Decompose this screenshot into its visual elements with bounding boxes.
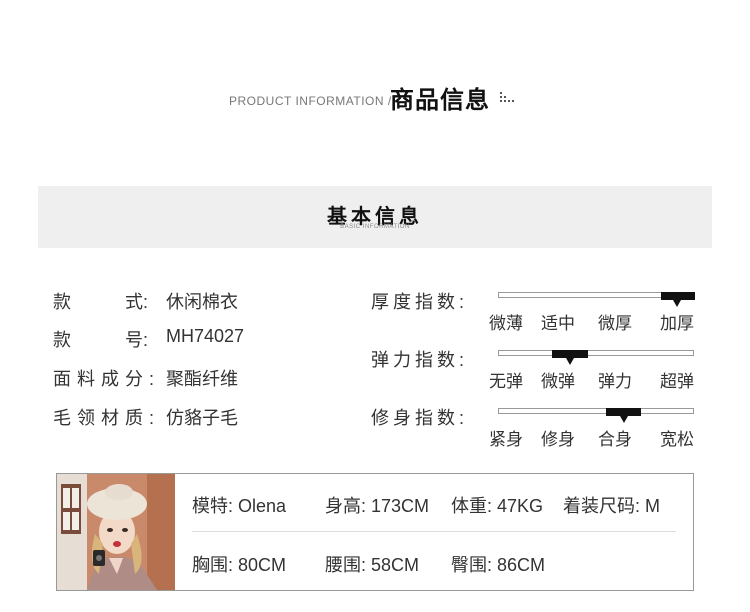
basic-info-banner: 基本信息 BASIC INFORMATION <box>38 186 712 248</box>
fit-scale-label: 紧身 <box>489 430 523 449</box>
elasticity-scale-label: 超弹 <box>660 372 694 391</box>
elasticity-scale-label: 弹力 <box>598 372 632 391</box>
elasticity-scale-label: 微弹 <box>541 372 575 391</box>
dots-decoration-icon <box>500 92 516 102</box>
model-size: 着装尺码: M <box>563 496 660 516</box>
info-label: 毛领材质: <box>53 408 161 428</box>
info-value: 聚酯纤维 <box>166 369 238 389</box>
thickness-pointer-icon <box>673 300 681 307</box>
model-name: 模特: Olena <box>192 496 287 516</box>
header-en-title: PRODUCT INFORMATION / <box>229 94 392 108</box>
model-info-box: 模特: Olena 身高: 173CM 体重: 47KG 着装尺码: M 胸围:… <box>56 473 694 591</box>
model-height: 身高: 173CM <box>325 496 430 516</box>
model-photo <box>57 474 175 590</box>
fit-index-label: 修身指数: <box>371 408 469 428</box>
elasticity-pointer-icon <box>566 358 574 365</box>
info-label: 号: <box>125 330 149 350</box>
thickness-scale-label: 微厚 <box>598 314 632 333</box>
fit-scale-label: 修身 <box>541 430 575 449</box>
elasticity-index-label: 弹力指数: <box>371 350 469 370</box>
header-zh-title: 商品信息 <box>390 87 490 114</box>
fit-selected-segment <box>606 408 641 416</box>
thickness-index-bar <box>498 292 695 307</box>
elasticity-index-bar <box>498 350 694 365</box>
info-label: 款 <box>53 292 71 312</box>
thickness-scale-label: 微薄 <box>489 314 523 333</box>
model-hip: 臀围: 86CM <box>451 555 546 575</box>
thickness-scale-label: 适中 <box>541 314 575 333</box>
basic-info-subtitle: BASIC INFORMATION <box>340 224 410 230</box>
model-divider <box>192 531 676 532</box>
info-label: 面料成分: <box>53 369 161 389</box>
info-label: 款 <box>53 330 71 350</box>
thickness-index-label: 厚度指数: <box>371 292 469 312</box>
model-bust: 胸围: 80CM <box>192 555 287 575</box>
product-info-header: PRODUCT INFORMATION / 商品信息 <box>0 78 750 118</box>
elasticity-scale-label: 无弹 <box>489 372 523 391</box>
info-label: 式: <box>125 292 149 312</box>
info-value: 休闲棉衣 <box>166 292 238 312</box>
fit-index-bar <box>498 408 694 423</box>
model-weight: 体重: 47KG <box>451 496 544 516</box>
info-value: MH74027 <box>166 326 245 346</box>
fit-pointer-icon <box>620 416 628 423</box>
info-value: 仿貉子毛 <box>166 408 238 428</box>
fit-scale-label: 合身 <box>598 430 632 449</box>
fit-scale-label: 宽松 <box>660 430 694 449</box>
thickness-scale-label: 加厚 <box>660 314 694 333</box>
elasticity-selected-segment <box>552 350 588 358</box>
thickness-selected-segment <box>661 292 695 300</box>
model-waist: 腰围: 58CM <box>325 555 420 575</box>
